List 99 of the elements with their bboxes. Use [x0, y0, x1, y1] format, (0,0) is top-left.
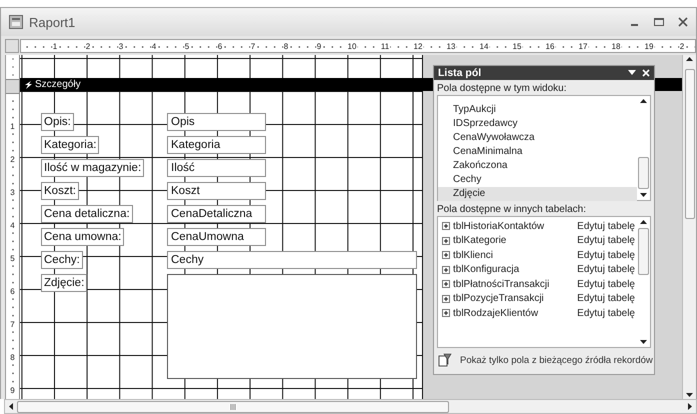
table-name[interactable]: tblKategorie — [453, 235, 574, 246]
field-list-item[interactable]: CenaMinimalna — [438, 145, 637, 159]
ruler-number: 1 — [10, 122, 15, 131]
control-label[interactable]: Cechy: — [41, 251, 83, 269]
dropdown-caret-icon[interactable] — [628, 70, 636, 76]
expand-icon[interactable] — [442, 294, 450, 303]
ruler-number: 6 — [10, 287, 15, 296]
ruler-number: 19 — [644, 42, 654, 51]
ruler-number: 9 — [316, 42, 322, 51]
section-title: Szczegóły — [35, 78, 81, 90]
ruler-number: 3 — [10, 188, 15, 197]
maximize-icon[interactable] — [654, 17, 664, 27]
field-list-item[interactable]: IDSprzedawcy — [438, 117, 637, 131]
ruler-number: 3 — [118, 42, 124, 51]
field-list-item[interactable]: Zakończona — [438, 159, 637, 173]
ruler-number: 18 — [610, 42, 622, 51]
scroll-down-icon[interactable] — [640, 340, 647, 344]
filter-option-link[interactable]: Pokaż tylko pola z bieżącego źródła rekordów — [460, 354, 653, 366]
text-box-control[interactable]: Cechy — [167, 251, 417, 269]
ruler-number: 11 — [380, 42, 390, 51]
edit-table-link[interactable]: Edytuj tabelę — [577, 220, 637, 232]
text-box-control[interactable]: Kategoria — [167, 136, 266, 154]
edit-table-link[interactable]: Edytuj tabelę — [577, 250, 637, 261]
expand-icon[interactable] — [442, 309, 450, 318]
grip-icon — [230, 404, 236, 410]
control-label[interactable]: Cena umowna: — [41, 228, 124, 246]
scroll-up-icon[interactable] — [686, 57, 693, 61]
scroll-up-icon[interactable] — [640, 99, 647, 103]
ruler-number: 8 — [282, 42, 290, 51]
ruler-number: 6 — [216, 42, 224, 51]
edit-table-link[interactable]: Edytuj tabelę — [577, 235, 637, 246]
control-label[interactable]: Zdjęcie: — [41, 274, 88, 292]
vertical-scrollbar[interactable] — [682, 55, 696, 399]
window-title: Raport1 — [29, 14, 76, 30]
ruler-number: 1 — [52, 42, 58, 51]
edit-table-link[interactable]: Edytuj tabelę — [577, 293, 637, 304]
field-list-item[interactable]: Zdjęcie — [438, 187, 637, 201]
scroll-down-icon[interactable] — [640, 193, 647, 197]
control-label[interactable]: Cena detaliczna: — [41, 205, 133, 223]
ruler-number: 7 — [250, 42, 256, 51]
expand-icon[interactable] — [442, 236, 450, 245]
ruler-number: 4 — [150, 42, 158, 51]
control-label[interactable]: Kategoria: — [41, 136, 100, 154]
expand-icon[interactable] — [442, 251, 450, 260]
panel-title: Lista pól — [438, 67, 482, 79]
ruler-number: 8 — [10, 353, 15, 362]
ruler-number: 16 — [544, 42, 556, 51]
ruler-number: 13 — [446, 42, 456, 51]
ruler-number: 2 — [10, 155, 15, 164]
scrollbar-thumb[interactable] — [17, 400, 449, 412]
horizontal-scrollbar[interactable] — [4, 399, 697, 414]
field-list-item[interactable]: Cechy — [438, 173, 637, 187]
ruler-number: 5 — [10, 254, 15, 263]
edit-table-link[interactable]: Edytuj tabelę — [577, 264, 637, 276]
scrollbar-thumb[interactable] — [638, 228, 649, 275]
image-frame-control[interactable] — [167, 274, 417, 379]
ruler-number: 2 — [678, 42, 686, 51]
ruler-number: 17 — [578, 42, 588, 51]
window-icon — [9, 15, 23, 29]
ruler-number: 10 — [346, 42, 358, 51]
expand-icon[interactable] — [442, 266, 450, 274]
text-box-control[interactable]: Ilość — [167, 159, 266, 177]
expand-icon[interactable] — [442, 280, 450, 288]
ruler-number: 12 — [412, 42, 424, 51]
table-name[interactable]: tblRodzajeKlientów — [453, 308, 574, 319]
section-heading: Pola dostępne w tym widoku: — [436, 82, 568, 95]
filter-icon[interactable] — [438, 353, 452, 367]
text-box-control[interactable]: Opis — [167, 113, 266, 131]
ruler-number: 7 — [10, 320, 15, 329]
scroll-right-icon[interactable] — [688, 403, 692, 410]
text-box-control[interactable]: CenaUmowna — [167, 228, 266, 246]
control-label[interactable]: Ilość w magazynie: — [41, 159, 144, 177]
control-label[interactable]: Koszt: — [41, 182, 79, 200]
table-name[interactable]: tblPozycjeTransakcji — [453, 293, 574, 304]
ruler-number: 4 — [10, 221, 15, 230]
table-name[interactable]: tblPłatnościTransakcji — [453, 278, 574, 290]
ruler-number: 14 — [478, 42, 490, 51]
field-list-item[interactable]: CenaWywoławcza — [438, 131, 637, 145]
ruler-number: 2 — [84, 42, 92, 51]
scrollbar-thumb[interactable] — [638, 157, 649, 189]
field-list-item[interactable]: TypAukcji — [438, 103, 637, 117]
edit-table-link[interactable]: Edytuj tabelę — [577, 278, 637, 290]
table-name[interactable]: tblHistoriaKontaktów — [453, 220, 574, 232]
text-box-control[interactable]: CenaDetaliczna — [167, 205, 266, 223]
control-label[interactable]: Opis: — [41, 113, 74, 131]
edit-table-link[interactable]: Edytuj tabelę — [577, 308, 637, 319]
ruler-number: 5 — [184, 42, 190, 51]
table-name[interactable]: tblKlienci — [453, 250, 574, 261]
scroll-down-icon[interactable] — [686, 393, 693, 397]
scroll-up-icon[interactable] — [640, 220, 647, 224]
text-box-control[interactable]: Koszt — [167, 182, 266, 200]
table-name[interactable]: tblKonfiguracja — [453, 264, 574, 276]
ruler-number: 9 — [10, 386, 15, 395]
section-heading: Pola dostępne w innych tabelach: — [436, 203, 587, 216]
expand-icon[interactable] — [442, 222, 450, 230]
scrollbar-thumb[interactable] — [684, 69, 694, 219]
ruler-number: 15 — [512, 42, 522, 51]
scroll-left-icon[interactable] — [9, 403, 13, 410]
close-icon[interactable] — [678, 17, 688, 27]
